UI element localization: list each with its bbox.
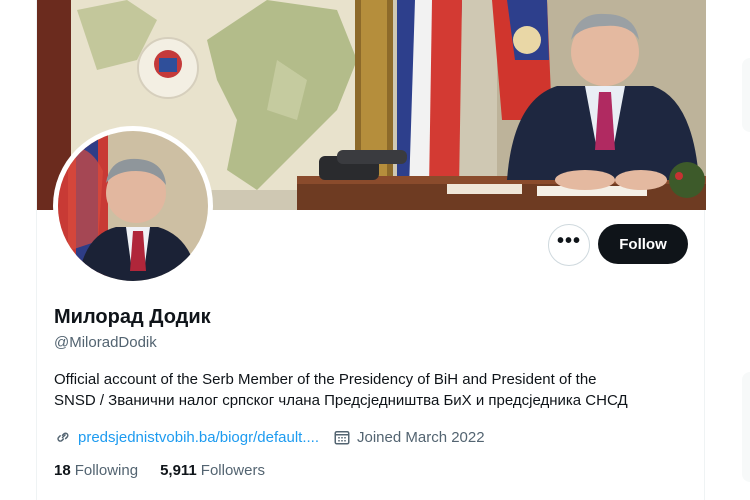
follow-stats: 18 Following 5,911 Followers: [54, 462, 287, 479]
followers-count: 5,911: [160, 462, 197, 479]
more-options-button[interactable]: •••: [548, 224, 590, 266]
link-icon: [57, 432, 69, 442]
avatar-image: [58, 131, 208, 281]
website-item[interactable]: predsjednistvobih.ba/biogr/default....: [54, 428, 319, 446]
profile-avatar[interactable]: [53, 126, 213, 286]
profile-name: Милорад Додик: [54, 306, 211, 328]
profile-meta: predsjednistvobih.ba/biogr/default.... J…: [54, 426, 499, 448]
joined-date: Joined March 2022: [357, 428, 485, 446]
following-count: 18: [54, 462, 71, 479]
more-icon: •••: [556, 230, 581, 252]
follow-button-label: Follow: [619, 235, 667, 253]
website-link[interactable]: predsjednistvobih.ba/biogr/default....: [78, 429, 319, 446]
follow-button[interactable]: Follow: [598, 224, 688, 264]
joined-item: Joined March 2022: [333, 428, 485, 446]
profile-bio: Official account of the Serb Member of t…: [54, 369, 684, 411]
followers-label: Followers: [200, 462, 265, 479]
following-label: Following: [74, 462, 139, 479]
left-gutter: [0, 0, 36, 500]
sidebar-card-edge: [742, 58, 750, 132]
profile-handle: @MiloradDodik: [54, 334, 157, 351]
calendar-icon: [334, 431, 350, 445]
followers-link[interactable]: 5,911 Followers: [160, 462, 265, 479]
sidebar-card-edge: [742, 372, 750, 482]
profile-column: ••• Follow Милорад Додик @MiloradDodik O…: [36, 0, 706, 500]
bio-line: Official account of the Serb Member of t…: [54, 371, 597, 388]
following-link[interactable]: 18 Following: [54, 462, 138, 479]
bio-line: SNSD / Званични налог српског члана Пред…: [54, 392, 628, 409]
